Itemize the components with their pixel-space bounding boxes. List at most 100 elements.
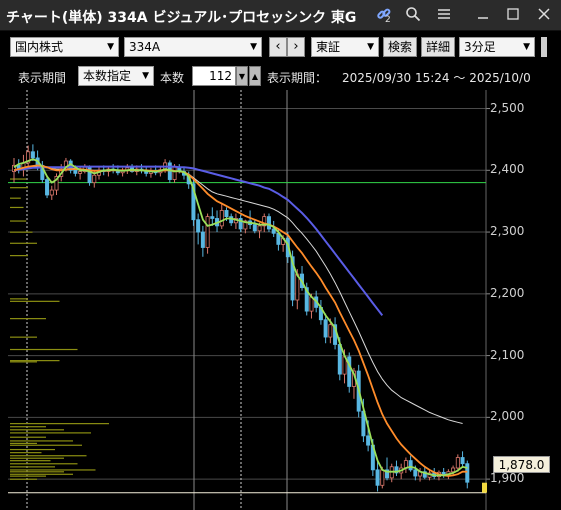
chevron-down-icon: ▼ bbox=[523, 42, 530, 52]
count-label: 本数 bbox=[160, 71, 185, 85]
volume-profile-bar bbox=[10, 440, 73, 442]
period-label: 表示期間 bbox=[18, 71, 67, 85]
toolbar-row: 国内株式 ▼ 334A ▼ ‹ › 東証 ▼ 検索 詳細 3分足 ▼ bbox=[0, 33, 561, 61]
volume-profile-bar bbox=[10, 448, 55, 451]
candle-body bbox=[257, 225, 262, 232]
y-tick-label: 2,000 bbox=[490, 409, 525, 424]
volume-profile-bar bbox=[10, 457, 64, 459]
chevron-down-icon: ▼ bbox=[142, 71, 149, 81]
candle-body bbox=[413, 469, 418, 477]
candle-body bbox=[224, 210, 229, 218]
candle-body bbox=[271, 228, 276, 234]
candle-body bbox=[49, 189, 54, 196]
candle-body bbox=[205, 216, 210, 248]
volume-profile-bar bbox=[10, 463, 78, 465]
candle-body bbox=[30, 151, 35, 159]
volume-profile-bar bbox=[10, 178, 27, 180]
volume-profile-bar bbox=[10, 231, 33, 233]
volume-profile-bar bbox=[10, 348, 78, 351]
volume-profile-bar bbox=[10, 255, 28, 257]
chart-window: チャート(単体) 334A ビジュアル･プロセッシンク 東G 2 国内株式 ▼ … bbox=[0, 0, 561, 510]
ma-alt-line bbox=[13, 166, 463, 424]
y-tick-label: 2,100 bbox=[490, 347, 525, 362]
volume-profile-bar bbox=[10, 436, 46, 438]
search-icon[interactable] bbox=[405, 6, 423, 24]
close-icon[interactable] bbox=[536, 6, 554, 24]
count-up-button[interactable]: ▲ bbox=[249, 66, 261, 86]
candle-body bbox=[172, 166, 177, 180]
prev-symbol-button[interactable]: ‹ bbox=[269, 37, 287, 57]
volume-profile-bar bbox=[10, 361, 37, 363]
candle-body bbox=[380, 469, 385, 486]
volume-profile-bar bbox=[10, 455, 87, 457]
interval-select-value: 3分足 bbox=[464, 40, 496, 54]
y-tick-label: 2,200 bbox=[490, 285, 525, 300]
candle-body bbox=[323, 319, 328, 338]
volume-profile-bar bbox=[10, 426, 46, 428]
candle-body bbox=[366, 435, 371, 446]
volume-profile-bar bbox=[10, 423, 109, 425]
window-title: チャート(単体) 334A ビジュアル･プロセッシンク 東G bbox=[6, 10, 357, 26]
volume-profile-bar bbox=[10, 298, 28, 300]
maximize-icon[interactable] bbox=[505, 6, 523, 24]
display-period-value: 2025/09/30 15:24 〜 2025/10/0 bbox=[342, 71, 531, 85]
y-tick-label: 2,400 bbox=[490, 162, 525, 177]
volume-profile-bar bbox=[10, 444, 82, 446]
candle-body bbox=[219, 210, 224, 227]
panel-splitter[interactable] bbox=[541, 37, 547, 57]
volume-profile-bar bbox=[10, 466, 55, 468]
candle-body bbox=[328, 324, 333, 338]
period-mode-select[interactable]: 本数指定 ▼ bbox=[78, 66, 154, 86]
last-price-label: 1,878.0 bbox=[493, 456, 550, 473]
last-price-marker bbox=[482, 482, 487, 493]
volume-profile-bar bbox=[10, 460, 51, 462]
candle-body bbox=[196, 219, 201, 233]
candle-body bbox=[210, 216, 215, 219]
volume-profile-bar bbox=[10, 475, 46, 477]
volume-profile-bar bbox=[10, 242, 37, 244]
candle-body bbox=[451, 467, 456, 473]
volume-profile-bar bbox=[10, 473, 73, 475]
candle-body bbox=[455, 457, 460, 469]
y-tick-label: 2,300 bbox=[490, 224, 525, 239]
volume-profile-bar bbox=[10, 197, 21, 199]
volume-profile-bar bbox=[10, 336, 37, 338]
range-row: 表示期間 本数指定 ▼ 本数 112 ▼ ▲ 表示期間： 2025/09/30 … bbox=[0, 63, 561, 89]
code-combo[interactable]: 334A ▼ bbox=[124, 37, 262, 57]
market-select[interactable]: 国内株式 ▼ bbox=[10, 37, 119, 57]
volume-profile-bar bbox=[10, 471, 64, 473]
candle-body bbox=[460, 457, 465, 465]
count-input[interactable]: 112 bbox=[192, 66, 236, 86]
y-tick-label: 2,500 bbox=[490, 100, 525, 115]
price-chart[interactable]: 2,500 2,400 2,300 2,200 2,100 2,000 1,900 1,87… bbox=[0, 90, 561, 510]
chevron-down-icon: ▼ bbox=[367, 42, 374, 52]
detail-button[interactable]: 詳細 bbox=[421, 37, 455, 57]
chevron-down-icon: ▼ bbox=[250, 42, 257, 52]
candle-body bbox=[266, 216, 271, 230]
candle-body bbox=[45, 179, 50, 196]
market-select-value: 国内株式 bbox=[15, 40, 64, 54]
search-button[interactable]: 検索 bbox=[383, 37, 417, 57]
display-period-label: 表示期間： bbox=[267, 71, 328, 85]
count-down-button[interactable]: ▼ bbox=[236, 66, 248, 86]
period-mode-value: 本数指定 bbox=[83, 69, 132, 83]
interval-select[interactable]: 3分足 ▼ bbox=[459, 37, 535, 57]
volume-profile-bar bbox=[10, 469, 96, 471]
volume-profile-bar bbox=[10, 478, 37, 480]
link-group-badge: 2 bbox=[385, 15, 391, 25]
candle-body bbox=[465, 463, 470, 483]
candle-body bbox=[252, 224, 257, 232]
volume-profile-bar bbox=[10, 220, 27, 222]
volume-profile-bar bbox=[10, 300, 60, 302]
title-bar: チャート(単体) 334A ビジュアル･プロセッシンク 東G 2 bbox=[0, 0, 561, 31]
chart-canvas[interactable] bbox=[0, 90, 561, 510]
exchange-select[interactable]: 東証 ▼ bbox=[311, 37, 379, 57]
candle-body bbox=[408, 460, 413, 471]
candle-body bbox=[200, 231, 205, 248]
volume-profile-bar bbox=[10, 429, 64, 431]
volume-profile-bar bbox=[10, 206, 24, 209]
minimize-icon[interactable] bbox=[475, 6, 493, 24]
candle-body bbox=[78, 171, 83, 174]
next-symbol-button[interactable]: › bbox=[287, 37, 305, 57]
menu-icon[interactable] bbox=[436, 6, 454, 24]
